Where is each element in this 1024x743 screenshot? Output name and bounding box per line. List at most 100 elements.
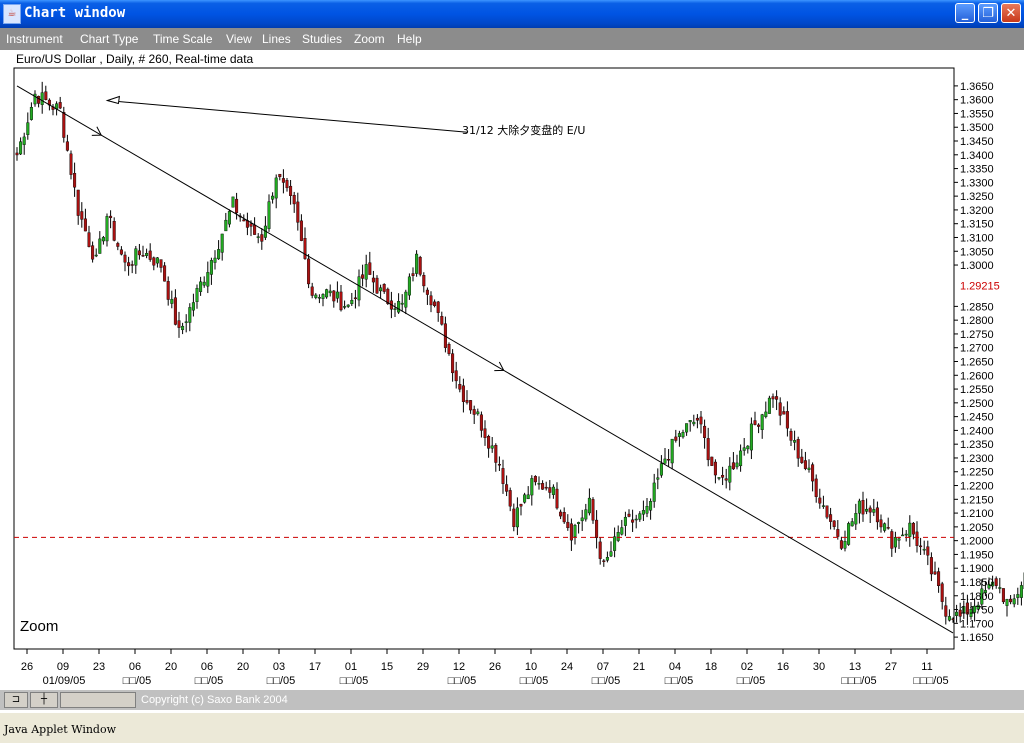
maximize-button[interactable]: ❐ xyxy=(978,3,998,23)
java-cup-icon[interactable]: ☕ xyxy=(3,4,21,24)
candle-body xyxy=(747,446,750,449)
candle-body xyxy=(739,451,742,466)
candle-body xyxy=(336,292,339,298)
candle-body xyxy=(73,173,76,187)
candle-body xyxy=(491,446,494,448)
candle-body xyxy=(819,498,822,503)
candle-body xyxy=(822,506,825,507)
candle-body xyxy=(275,178,278,198)
candle-body xyxy=(945,606,948,617)
candle-body xyxy=(1013,599,1016,604)
candle-body xyxy=(1009,599,1012,602)
candle-body xyxy=(613,537,616,551)
menu-instrument[interactable]: Instrument xyxy=(6,32,63,46)
candle-body xyxy=(221,234,224,252)
candle-body xyxy=(595,520,598,538)
menu-lines[interactable]: Lines xyxy=(262,32,291,46)
candle-body xyxy=(617,532,620,540)
candle-body xyxy=(253,225,256,235)
candle-body xyxy=(387,289,390,304)
candle-body xyxy=(714,462,717,475)
candle-body xyxy=(261,235,264,242)
candle-body xyxy=(901,535,904,536)
minimize-button[interactable]: _ xyxy=(955,3,975,23)
status-text: Java Applet Window xyxy=(4,723,116,736)
x-tick-label: 07 xyxy=(597,661,609,673)
candle-body xyxy=(765,412,768,417)
x-axis: 2609230620062003170115291226102407210418… xyxy=(21,649,949,687)
candle-body xyxy=(408,277,411,295)
candle-body xyxy=(401,303,404,304)
candle-body xyxy=(41,93,44,105)
current-price-label: 1.29215 xyxy=(960,281,1000,293)
candle-body xyxy=(549,487,552,492)
close-button[interactable]: ✕ xyxy=(1001,3,1021,23)
y-axis: 1.36501.36001.35501.35001.34501.34001.33… xyxy=(954,81,1000,644)
candle-body xyxy=(135,249,138,266)
y-tick-label: 1.1850 xyxy=(960,577,994,589)
candle-body xyxy=(567,522,570,528)
candle-body xyxy=(631,520,634,523)
candle-body xyxy=(894,537,897,547)
candle-body xyxy=(235,199,238,213)
candle-body xyxy=(423,275,426,286)
menu-studies[interactable]: Studies xyxy=(302,32,342,46)
candle-body xyxy=(855,513,858,524)
candle-body xyxy=(27,123,30,135)
candle-body xyxy=(232,197,235,207)
candle-body xyxy=(325,290,328,298)
candle-body xyxy=(91,246,94,260)
candle-body xyxy=(210,260,213,274)
candle-body xyxy=(574,525,577,537)
candle-body xyxy=(937,572,940,586)
candle-body xyxy=(523,495,526,502)
candle-body xyxy=(448,344,451,354)
y-tick-label: 1.3200 xyxy=(960,205,994,217)
x-month-label: □□/05 xyxy=(448,675,477,687)
pin-icon[interactable]: ⊐ xyxy=(4,692,28,708)
candle-body xyxy=(520,504,523,506)
zoom-label[interactable]: Zoom xyxy=(20,618,58,635)
candle-body xyxy=(725,479,728,481)
candle-body xyxy=(664,459,667,464)
candle-body xyxy=(293,195,296,204)
candle-body xyxy=(397,301,400,312)
candle-body xyxy=(811,465,814,481)
x-tick-label: 10 xyxy=(525,661,537,673)
candle-body xyxy=(707,438,710,460)
candle-body xyxy=(66,142,69,151)
menu-time-scale[interactable]: Time Scale xyxy=(153,32,213,46)
candle-body xyxy=(513,509,516,527)
x-month-label: □□/05 xyxy=(340,675,369,687)
candle-body xyxy=(801,457,804,463)
candle-body xyxy=(178,321,181,328)
crosshair-icon[interactable]: ┼ xyxy=(30,692,58,708)
menu-zoom[interactable]: Zoom xyxy=(354,32,385,46)
menu-chart-type[interactable]: Chart Type xyxy=(80,32,138,46)
candle-body xyxy=(635,519,638,520)
candle-body xyxy=(621,528,624,535)
candle-body xyxy=(343,306,346,307)
candle-body xyxy=(736,463,739,467)
candle-body xyxy=(876,508,879,522)
candle-body xyxy=(606,557,609,560)
y-tick-label: 1.3600 xyxy=(960,95,994,107)
y-tick-label: 1.2200 xyxy=(960,481,994,493)
candlestick-chart[interactable]: 31/12 大除夕变盘的 E/U Zoom 1.36501.36001.3550… xyxy=(0,66,1024,690)
candle-body xyxy=(642,510,645,514)
candle-body xyxy=(300,221,303,241)
candle-body xyxy=(671,439,674,463)
menu-view[interactable]: View xyxy=(226,32,252,46)
candle-body xyxy=(797,439,800,458)
toolbar-slot[interactable] xyxy=(60,692,136,708)
candle-body xyxy=(167,281,170,299)
y-tick-label: 1.3650 xyxy=(960,81,994,93)
candle-body xyxy=(88,233,91,247)
x-tick-label: 01 xyxy=(345,661,357,673)
candle-body xyxy=(689,420,692,422)
x-tick-label: 12 xyxy=(453,661,465,673)
menu-help[interactable]: Help xyxy=(397,32,422,46)
candle-body xyxy=(45,92,48,100)
x-month-label: □□/05 xyxy=(267,675,296,687)
candle-body xyxy=(354,298,357,299)
